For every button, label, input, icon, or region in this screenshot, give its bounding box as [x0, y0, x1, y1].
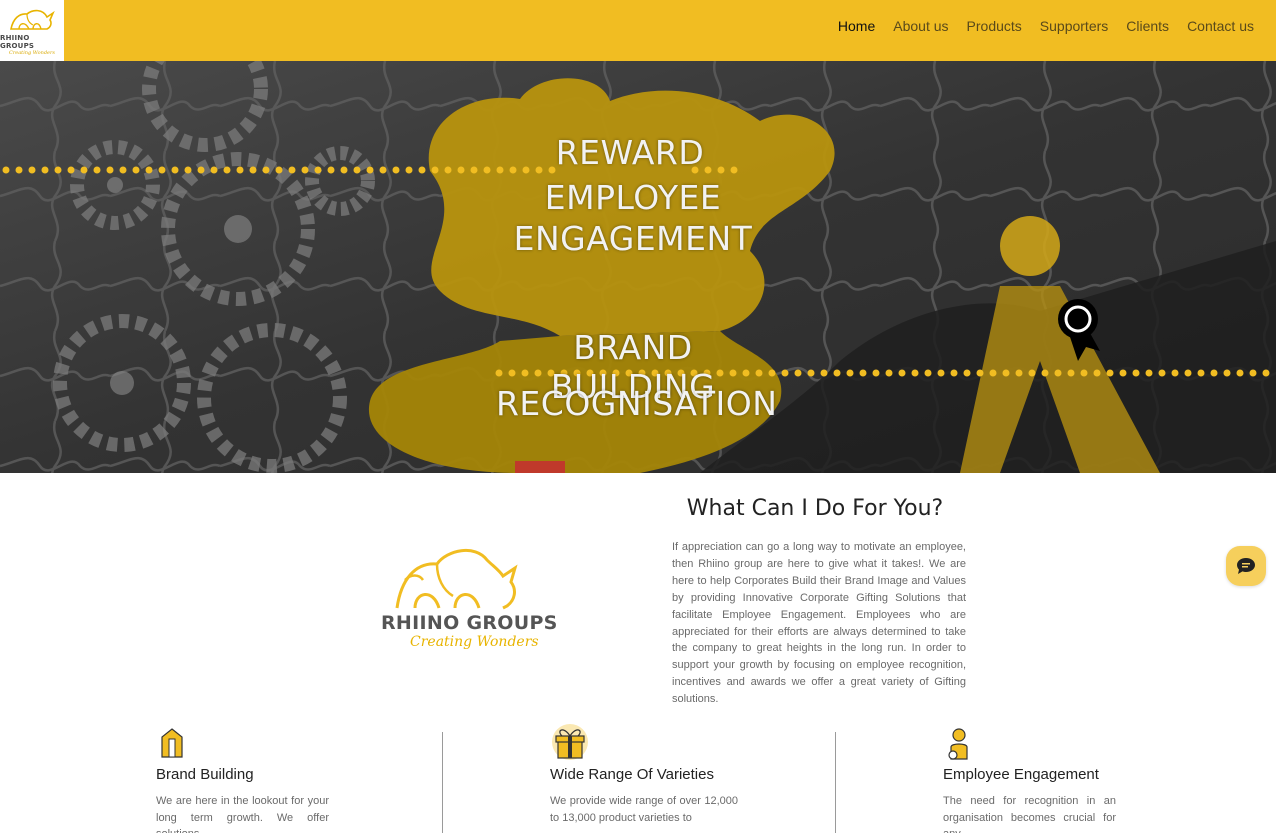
hero-line-reward: REWARD — [555, 133, 705, 172]
feature-title-brand-building: Brand Building — [156, 766, 254, 783]
gift-box-icon — [552, 724, 588, 760]
feature-title-wide-range: Wide Range Of Varieties — [550, 766, 714, 783]
rhino-logo-icon — [10, 9, 55, 30]
intro-body: If appreciation can go a long way to mot… — [672, 541, 966, 706]
nav-home[interactable]: Home — [838, 18, 875, 34]
header: RHIINO GROUPS Creating Wonders Home Abou… — [0, 0, 1276, 61]
nav-supporters[interactable]: Supporters — [1040, 18, 1108, 34]
feature-body-brand-building: We are here in the lookout for your long… — [156, 795, 329, 833]
chat-icon — [1237, 558, 1255, 574]
chat-button[interactable] — [1226, 546, 1266, 586]
hero-line-employee: EMPLOYEE — [544, 178, 722, 217]
header-logo-tagline: Creating Wonders — [9, 50, 55, 56]
hero-banner: REWARD EMPLOYEE ENGAGEMENT BRAND BUILDIN… — [0, 61, 1276, 473]
header-logo-name: RHIINO GROUPS — [0, 34, 35, 50]
feature-divider — [835, 732, 836, 833]
intro-title: What Can I Do For You? — [686, 496, 944, 521]
feature-body-wide-range: We provide wide range of over 12,000 to … — [550, 795, 738, 824]
hero-line-recognisation: RECOGNISATION — [496, 384, 778, 423]
feature-divider — [442, 732, 443, 833]
page: RHIINO GROUPS Creating Wonders Home Abou… — [0, 0, 1276, 833]
brand-logo-tagline: Creating Wonders — [410, 634, 539, 650]
main-nav: Home About us Products Supporters Client… — [838, 18, 1254, 34]
nav-contact-us[interactable]: Contact us — [1187, 18, 1254, 34]
employee-icon — [948, 728, 968, 760]
brand-logo-name: RHIINO GROUPS — [381, 612, 558, 634]
header-logo[interactable]: RHIINO GROUPS Creating Wonders — [0, 0, 64, 61]
building-icon — [161, 728, 183, 758]
feature-body-employee-engagement: The need for recognition in an organisat… — [943, 795, 1116, 833]
feature-title-employee-engagement: Employee Engagement — [943, 766, 1099, 783]
nav-products[interactable]: Products — [967, 18, 1022, 34]
nav-about-us[interactable]: About us — [893, 18, 948, 34]
hero-line-engagement: ENGAGEMENT — [513, 219, 753, 258]
nav-clients[interactable]: Clients — [1126, 18, 1169, 34]
